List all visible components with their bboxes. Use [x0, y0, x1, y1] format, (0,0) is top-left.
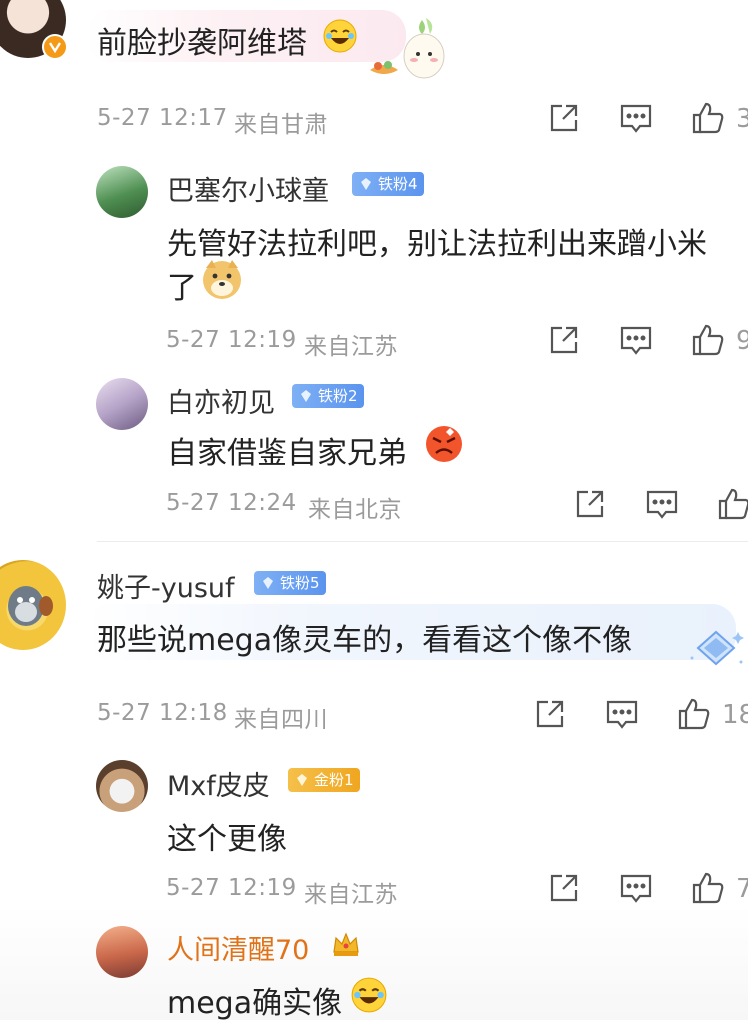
- username[interactable]: 巴塞尔小球童: [167, 169, 329, 208]
- laughing-emoji: [350, 976, 388, 1014]
- avatar[interactable]: [96, 926, 148, 978]
- comment-time: 5-27 12:17: [97, 105, 228, 131]
- comment-location: 来自甘肃: [234, 112, 328, 138]
- thumbs-up-icon[interactable]: [690, 322, 726, 358]
- comment-icon[interactable]: [618, 870, 654, 906]
- radish-sticker: [366, 14, 448, 80]
- fan-badge-label: 铁粉2: [318, 387, 358, 405]
- thumbs-up-icon[interactable]: [716, 486, 748, 522]
- comment-icon[interactable]: [618, 100, 654, 136]
- fan-badge-label: 金粉1: [314, 771, 354, 789]
- comment-text: 先管好法拉利吧，别让法拉利出来蹭小米: [167, 227, 707, 262]
- avatar[interactable]: [96, 378, 148, 430]
- share-icon[interactable]: [546, 322, 582, 358]
- like-count: 18: [722, 700, 748, 730]
- fan-badge: 铁粉2: [292, 384, 364, 408]
- fan-badge-label: 铁粉4: [378, 175, 418, 193]
- comment-icon[interactable]: [618, 322, 654, 358]
- share-icon[interactable]: [546, 870, 582, 906]
- username[interactable]: 人间清醒70: [167, 928, 309, 967]
- share-icon[interactable]: [546, 100, 582, 136]
- comment-text: 自家借鉴自家兄弟: [167, 436, 407, 471]
- username[interactable]: 姚子-yusuf: [97, 566, 235, 605]
- crown-icon: [330, 928, 362, 960]
- username[interactable]: Mxf皮皮: [167, 764, 270, 803]
- fan-badge: 铁粉5: [254, 571, 326, 595]
- thumbs-up-icon[interactable]: [690, 100, 726, 136]
- comment-location: 来自北京: [308, 497, 402, 523]
- comment-text: 那些说mega像灵车的，看看这个像不像: [97, 623, 633, 658]
- like-count: 9: [736, 326, 748, 356]
- comment-text: 这个更像: [167, 822, 287, 857]
- diamond-sticker: [686, 626, 746, 672]
- avatar[interactable]: [96, 760, 148, 812]
- avatar[interactable]: [96, 166, 148, 218]
- like-count: 3: [736, 104, 748, 134]
- share-icon[interactable]: [532, 696, 568, 732]
- username[interactable]: 白亦初见: [167, 381, 275, 420]
- angry-emoji: [424, 424, 464, 464]
- thumbs-up-icon[interactable]: [690, 870, 726, 906]
- comment-time: 5-27 12:19: [166, 875, 297, 901]
- comment-location: 来自江苏: [304, 882, 398, 908]
- comment-text: 前脸抄袭阿维塔: [97, 26, 307, 61]
- fan-badge: 金粉1: [288, 768, 360, 792]
- laughing-emoji: [322, 18, 358, 54]
- comment-time: 5-27 12:24: [166, 490, 297, 516]
- comment-time: 5-27 12:19: [166, 327, 297, 353]
- comment-icon[interactable]: [644, 486, 680, 522]
- divider: [97, 541, 748, 542]
- fan-badge: 铁粉4: [352, 172, 424, 196]
- comment-text: mega确实像: [167, 986, 343, 1021]
- verified-icon: [42, 34, 68, 60]
- comment-time: 5-27 12:18: [97, 700, 228, 726]
- comment-location: 来自江苏: [304, 334, 398, 360]
- fan-badge-label: 铁粉5: [280, 574, 320, 592]
- comment-text-continued: 了: [167, 271, 197, 306]
- comment-location: 来自四川: [234, 707, 328, 733]
- thumbs-up-icon[interactable]: [676, 696, 712, 732]
- comment-icon[interactable]: [604, 696, 640, 732]
- doge-emoji: [200, 258, 244, 302]
- avatar-cat-figure: [4, 576, 60, 636]
- like-count: 7: [736, 874, 748, 904]
- share-icon[interactable]: [572, 486, 608, 522]
